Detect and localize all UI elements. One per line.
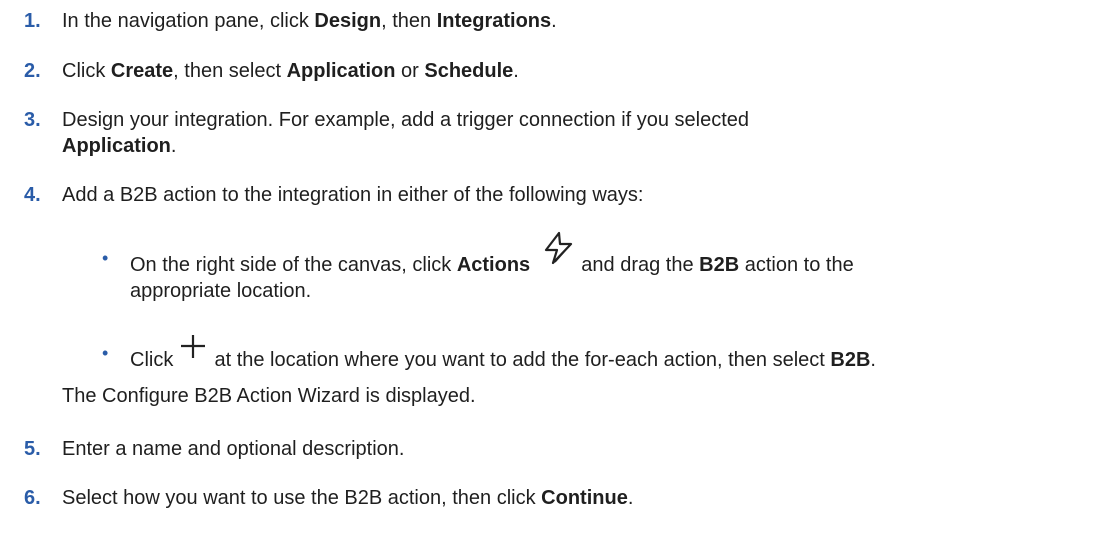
step-2: 2. Click Create, then select Application… <box>24 58 1109 84</box>
actions-lightning-icon <box>536 231 576 271</box>
bullet-text: On the right side of the canvas, click A… <box>130 231 1102 304</box>
step-4: 4. Add a B2B action to the integration i… <box>24 182 1109 208</box>
bullet-dot: • <box>102 248 109 268</box>
step-text: Add a B2B action to the integration in e… <box>62 184 644 206</box>
step-text: Design your integration. For example, ad… <box>62 109 750 157</box>
step-number: 2. <box>24 60 41 82</box>
step-text: Select how you want to use the B2B actio… <box>62 487 634 509</box>
step-number: 4. <box>24 184 41 206</box>
bullet-dot: • <box>102 343 109 363</box>
step-number: 3. <box>24 109 41 131</box>
step-number: 5. <box>24 438 41 460</box>
bullet-item-actions: • On the right side of the canvas, click… <box>102 231 1102 304</box>
bullet-text: Click at the location where you want to … <box>130 335 1102 373</box>
step-number: 6. <box>24 487 41 509</box>
step-6: 6. Select how you want to use the B2B ac… <box>24 485 1109 511</box>
step-number: 1. <box>24 10 41 32</box>
step-5: 5. Enter a name and optional description… <box>24 436 1109 462</box>
step-3: 3. Design your integration. For example,… <box>24 107 1109 159</box>
step-text: Click Create, then select Application or… <box>62 60 519 82</box>
step-1: 1. In the navigation pane, click Design,… <box>24 8 1109 34</box>
plus-icon <box>179 335 209 366</box>
step-text: In the navigation pane, click Design, th… <box>62 10 557 32</box>
wizard-note: The Configure B2B Action Wizard is displ… <box>62 385 476 407</box>
bullet-item-plus: • Click at the location where you want t… <box>102 335 1102 373</box>
step-text: Enter a name and optional description. <box>62 438 405 460</box>
